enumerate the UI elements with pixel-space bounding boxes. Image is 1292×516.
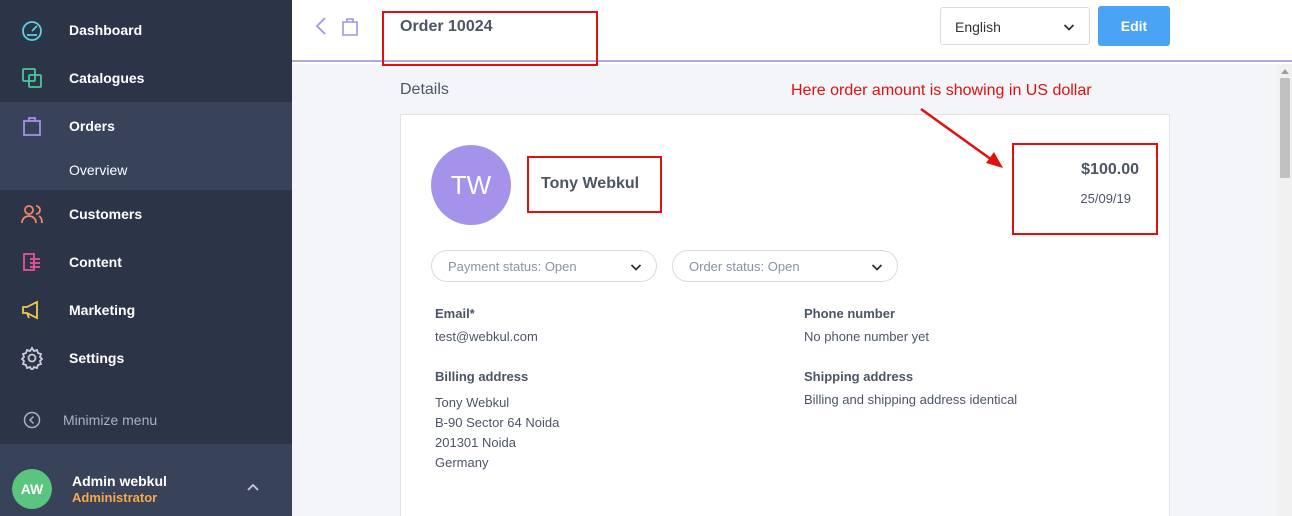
payment-status-select[interactable]: Payment status: Open [431, 250, 657, 282]
customers-icon [21, 205, 43, 224]
sidebar-item-customers[interactable]: Customers [0, 190, 292, 238]
chevron-down-icon [871, 264, 883, 271]
minimize-menu-button[interactable]: Minimize menu [0, 400, 292, 440]
shipping-address-value: Billing and shipping address identical [804, 392, 1018, 407]
dashboard-icon [22, 21, 42, 41]
user-role: Administrator [72, 490, 158, 505]
section-title: Details [400, 81, 449, 98]
chevron-up-icon[interactable] [246, 482, 260, 492]
order-status-value: Order status: Open [689, 259, 800, 274]
billing-address-line: Germany [435, 455, 489, 470]
billing-address-line: 201301 Noida [435, 435, 516, 450]
sidebar-item-label: Orders [69, 118, 115, 134]
annotation-text: Here order amount is showing in US dolla… [791, 82, 1092, 99]
sidebar-item-label: Settings [69, 350, 125, 366]
sidebar-item-label: Dashboard [69, 22, 143, 38]
annotation-box-title [382, 11, 598, 66]
scrollbar[interactable] [1278, 64, 1292, 516]
chevron-down-icon [1063, 24, 1075, 31]
sidebar-item-marketing[interactable]: Marketing [0, 286, 292, 334]
sidebar-subitem-overview[interactable]: Overview [0, 150, 292, 190]
content-icon [23, 253, 40, 271]
shipping-address-label: Shipping address [804, 369, 914, 384]
chevron-down-icon [630, 264, 642, 271]
chevron-left-circle-icon [23, 411, 41, 429]
sidebar-item-catalogues[interactable]: Catalogues [0, 54, 292, 102]
main-content: Details TW Tony Webkul $100.00 25/09/19 … [292, 64, 1278, 516]
billing-address-line: B-90 Sector 64 Noida [435, 415, 560, 430]
marketing-icon [22, 300, 38, 320]
sidebar-item-orders[interactable]: Orders [0, 102, 292, 150]
billing-address-label: Billing address [435, 369, 529, 384]
language-select[interactable]: English [940, 7, 1090, 45]
user-block: AW Admin webkul Administrator [0, 444, 292, 516]
phone-label: Phone number [804, 306, 896, 321]
sidebar-item-dashboard[interactable]: Dashboard [0, 6, 292, 54]
customer-avatar: TW [431, 145, 511, 225]
language-value: English [955, 19, 1001, 35]
avatar[interactable]: AW [12, 469, 52, 509]
back-chevron-icon[interactable] [314, 16, 328, 36]
sidebar-subitem-label: Overview [69, 162, 128, 178]
annotation-box-amount [1012, 143, 1158, 235]
sidebar-item-label: Customers [69, 206, 143, 222]
orders-icon [23, 117, 41, 136]
sidebar-item-settings[interactable]: Settings [0, 334, 292, 382]
email-value: test@webkul.com [435, 329, 538, 344]
payment-status-value: Payment status: Open [448, 259, 577, 274]
annotation-box-customer [527, 156, 662, 213]
email-label: Email* [435, 306, 475, 321]
user-name: Admin webkul [72, 473, 167, 489]
minimize-menu-label: Minimize menu [63, 412, 158, 428]
sidebar-item-label: Content [69, 254, 122, 270]
edit-button[interactable]: Edit [1098, 6, 1170, 46]
scroll-up-arrow-icon[interactable] [1281, 68, 1289, 74]
sidebar-item-content[interactable]: Content [0, 238, 292, 286]
order-status-select[interactable]: Order status: Open [672, 250, 898, 282]
scrollbar-thumb[interactable] [1280, 78, 1290, 178]
phone-value: No phone number yet [804, 329, 930, 344]
sidebar-item-label: Catalogues [69, 70, 145, 86]
billing-address-line: Tony Webkul [435, 395, 510, 410]
orders-bag-icon [342, 18, 358, 36]
sidebar: Dashboard Catalogues Orders Overview Cus… [0, 0, 292, 516]
catalogues-icon [22, 68, 42, 88]
sidebar-item-label: Marketing [69, 302, 136, 318]
gear-icon [20, 346, 44, 370]
